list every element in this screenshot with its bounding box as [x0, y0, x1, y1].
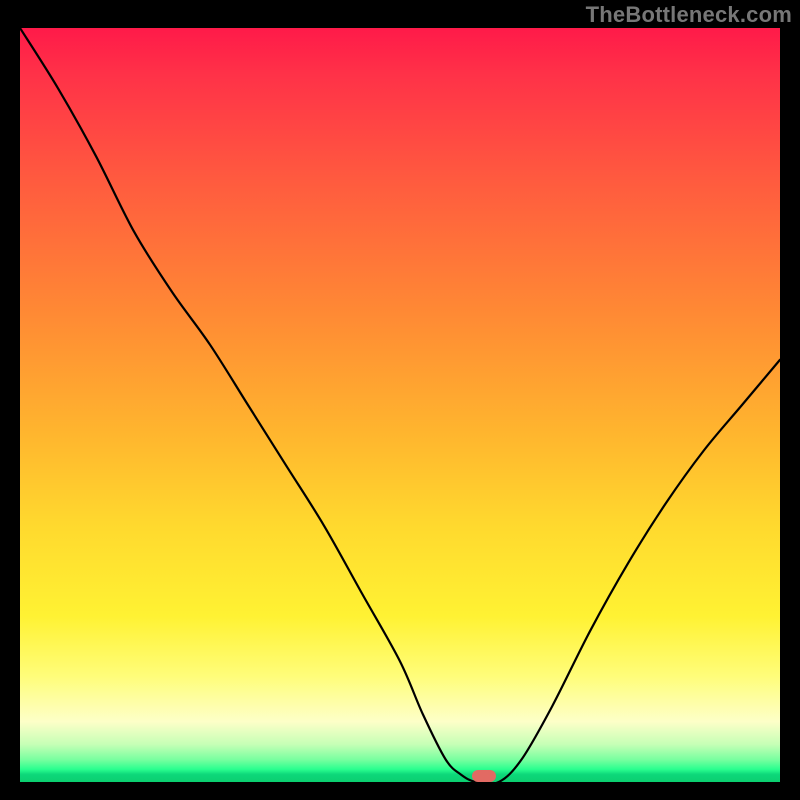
- optimal-marker: [472, 770, 496, 782]
- plot-area: [20, 28, 780, 782]
- curve-svg: [20, 28, 780, 782]
- chart-frame: TheBottleneck.com: [0, 0, 800, 800]
- bottleneck-curve: [20, 28, 780, 782]
- watermark-label: TheBottleneck.com: [586, 2, 792, 28]
